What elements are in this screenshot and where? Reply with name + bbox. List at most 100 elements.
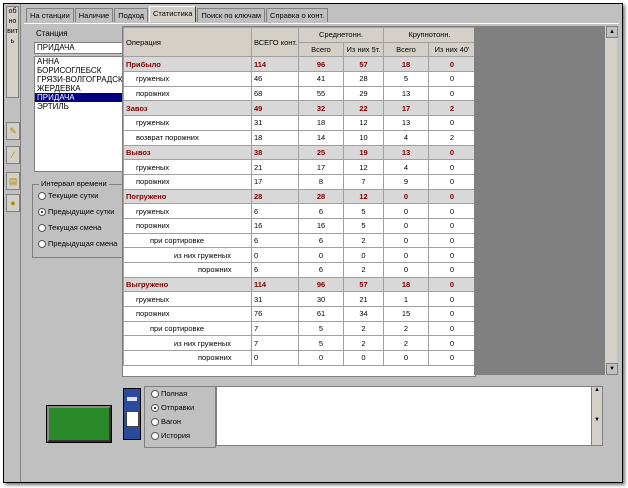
cell-med: 28 xyxy=(298,188,344,205)
cell-med: 16 xyxy=(298,217,344,234)
cell-large40: 0 xyxy=(428,232,475,249)
table-row[interactable]: Вывоз 38 25 19 13 0 xyxy=(123,144,475,161)
radio-dot xyxy=(151,404,159,413)
interval-group: Интервал времени Текущие сутки Предыдущи… xyxy=(32,179,123,258)
cell-total: 68 xyxy=(251,85,299,102)
cell-med5: 2 xyxy=(343,232,384,249)
table-row[interactable]: порожних 6 6 2 0 0 xyxy=(123,262,475,278)
table-row[interactable]: возврат порожних 18 14 10 4 2 xyxy=(123,129,475,146)
station-list-item[interactable]: ПРИДАЧА xyxy=(35,93,124,102)
row-label: порожних xyxy=(123,85,252,102)
cell-med: 8 xyxy=(298,173,344,190)
table-row[interactable]: при сортировке 7 5 2 2 0 xyxy=(123,320,475,337)
edit-disabled-icon[interactable]: ⁄ xyxy=(6,146,20,164)
page-icon xyxy=(126,411,139,427)
cell-large: 0 xyxy=(383,203,429,219)
radio-shipments[interactable]: Отправки xyxy=(151,403,194,413)
cell-large: 0 xyxy=(383,232,429,249)
tab-key-search[interactable]: Поиск по ключам xyxy=(197,8,266,22)
radio-full[interactable]: Полная xyxy=(151,389,188,399)
row-label: порожних xyxy=(123,173,252,190)
radio-current-shift[interactable]: Текущая смена xyxy=(38,223,101,233)
cell-med5: 28 xyxy=(343,71,384,87)
radio-label: Полная xyxy=(161,389,188,398)
cell-med5: 12 xyxy=(343,115,384,131)
cell-med: 96 xyxy=(298,276,344,293)
scroll-up-arrow-icon[interactable]: ▲ xyxy=(606,26,618,38)
cell-total: 76 xyxy=(251,306,299,322)
radio-wagon[interactable]: Вагон xyxy=(151,417,181,427)
table-row[interactable]: из них груженых 0 0 0 0 0 xyxy=(123,247,475,263)
pencil-icon[interactable]: ✎ xyxy=(6,122,20,140)
station-list-item[interactable]: ЭРТИЛЬ xyxy=(35,102,124,111)
tab-container-info[interactable]: Справка о конт. xyxy=(266,8,329,22)
tab-availability[interactable]: Наличие xyxy=(74,8,114,22)
memo-scrollbar[interactable]: ▲ ▼ xyxy=(591,387,602,445)
radio-label: Предыдущие сутки xyxy=(48,207,115,216)
cell-med: 18 xyxy=(298,115,344,131)
table-row[interactable]: порожних 68 55 29 13 0 xyxy=(123,85,475,102)
row-label: Погружено xyxy=(123,188,252,205)
table-row[interactable]: груженых 6 6 5 0 0 xyxy=(123,203,475,219)
table-row[interactable]: порожних 17 8 7 9 0 xyxy=(123,173,475,190)
report-button[interactable] xyxy=(47,406,111,442)
radio-previous-shift[interactable]: Предыдущая смена xyxy=(38,239,118,249)
cell-large40: 2 xyxy=(428,129,475,146)
cell-total: 31 xyxy=(251,115,299,131)
station-list-item[interactable]: ЖЕРДЕВКА xyxy=(35,84,124,93)
row-label: порожних xyxy=(123,350,252,366)
cell-med5: 57 xyxy=(343,56,384,73)
cell-total: 49 xyxy=(251,100,299,117)
table-row[interactable]: порожних 76 61 34 15 0 xyxy=(123,306,475,322)
table-row[interactable]: Завоз 49 32 22 17 2 xyxy=(123,100,475,117)
app-window: обновить ✎ ⁄ ▤ ● На станции Наличие Подх… xyxy=(3,3,623,483)
row-label: при сортировке xyxy=(123,320,252,337)
row-label: порожних xyxy=(123,306,252,322)
cell-med: 5 xyxy=(298,335,344,352)
table-row[interactable]: Выгружено 114 96 57 18 0 xyxy=(123,276,475,293)
table-row[interactable]: груженых 21 17 12 4 0 xyxy=(123,159,475,175)
station-input[interactable]: ПРИДАЧА xyxy=(34,42,123,54)
radio-history[interactable]: История xyxy=(151,431,190,441)
cell-med5: 10 xyxy=(343,129,384,146)
radio-previous-day[interactable]: Предыдущие сутки xyxy=(38,207,115,217)
table-row[interactable]: из них груженых 7 5 2 2 0 xyxy=(123,335,475,352)
refresh-vertical-button[interactable]: обновить xyxy=(6,6,19,98)
col-total: ВСЕГО конт. xyxy=(251,27,299,58)
table-row[interactable]: груженых 31 18 12 13 0 xyxy=(123,115,475,131)
radio-dot xyxy=(151,418,159,427)
station-list-item[interactable]: АННА xyxy=(35,57,124,66)
pen-icon xyxy=(127,397,137,401)
row-label: Прибыло xyxy=(123,56,252,73)
tab-approach[interactable]: Подход xyxy=(114,8,149,22)
cell-large: 13 xyxy=(383,115,429,131)
cell-total: 7 xyxy=(251,335,299,352)
details-memo[interactable]: ▲ ▼ xyxy=(216,386,603,446)
cell-large: 9 xyxy=(383,173,429,190)
scroll-down-arrow-icon[interactable]: ▼ xyxy=(606,363,618,375)
cell-large40: 0 xyxy=(428,306,475,322)
table-row[interactable]: Погружено 28 28 12 0 0 xyxy=(123,188,475,205)
print-icon[interactable]: ▤ xyxy=(6,172,20,190)
tab-at-station[interactable]: На станции xyxy=(26,8,74,22)
table-row[interactable]: Прибыло 114 96 57 18 0 xyxy=(123,56,475,73)
radio-current-day[interactable]: Текущие сутки xyxy=(38,191,98,201)
table-row[interactable]: при сортировке 6 6 2 0 0 xyxy=(123,232,475,249)
info-icon[interactable]: ● xyxy=(6,194,20,212)
table-row[interactable]: груженых 31 30 21 1 0 xyxy=(123,291,475,308)
row-label: груженых xyxy=(123,115,252,131)
cell-large40: 0 xyxy=(428,262,475,278)
table-row[interactable]: порожних 0 0 0 0 0 xyxy=(123,350,475,366)
table-scrollbar[interactable]: ▲ ▼ xyxy=(604,26,618,375)
station-list[interactable]: АННА БОРИСОГЛЕБСК ГРЯЗИ-ВОЛГОГРАДСКИЕ ЖЕРДЕ… xyxy=(34,56,125,172)
station-label: Станция xyxy=(36,29,68,38)
radio-label: Предыдущая смена xyxy=(48,239,118,248)
table-row[interactable]: порожних 16 16 5 0 0 xyxy=(123,217,475,234)
table-row[interactable]: груженых 46 41 28 5 0 xyxy=(123,71,475,87)
radio-dot xyxy=(38,240,46,249)
station-list-item[interactable]: БОРИСОГЛЕБСК xyxy=(35,66,124,75)
radio-dot xyxy=(38,224,46,233)
report-book-icon[interactable] xyxy=(123,388,141,440)
tab-statistics[interactable]: Статистика xyxy=(149,6,197,22)
station-list-item[interactable]: ГРЯЗИ-ВОЛГОГРАДСКИЕ xyxy=(35,75,124,84)
